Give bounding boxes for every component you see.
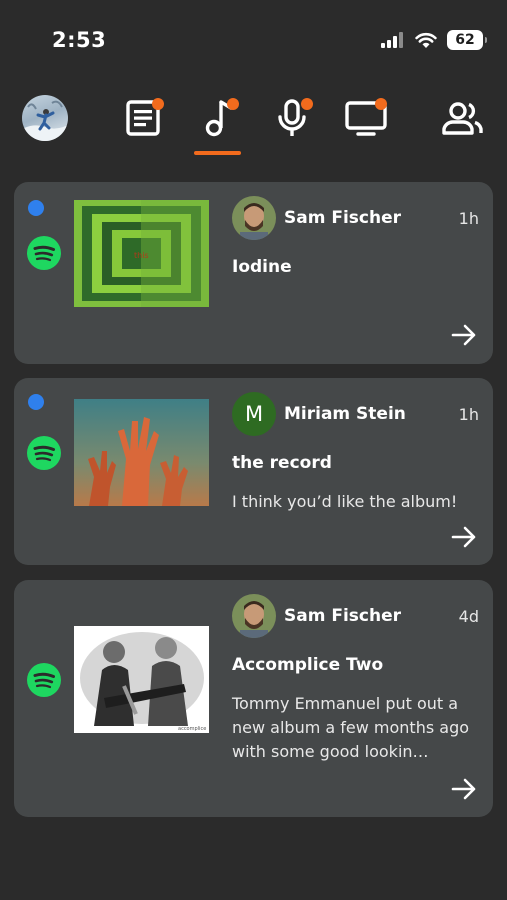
sender-avatar[interactable]: M [232,392,276,436]
active-tab-indicator [194,151,241,155]
profile-avatar[interactable] [22,95,68,141]
svg-text:accomplice: accomplice [178,726,206,732]
time-ago: 1h [458,209,479,228]
sender-photo [232,196,276,240]
top-nav [0,88,507,158]
time-ago: 4d [458,607,479,626]
music-badge [227,98,239,110]
arrow-right-icon[interactable] [451,778,477,800]
battery-indicator: 62 [447,30,487,50]
profile-photo [22,100,68,141]
item-message: Tommy Emmanuel put out a new album a few… [232,694,470,761]
tv-tab[interactable] [344,96,388,140]
item-title: Accomplice Two [232,655,384,675]
feed-card[interactable]: this Sam Fischer 1h Iodine [14,182,493,364]
news-badge [152,98,164,110]
podcast-badge [301,98,313,110]
svg-text:this: this [134,251,149,260]
status-bar: 2:53 62 [0,0,507,80]
status-time: 2:53 [52,28,107,52]
item-title: the record [232,453,332,473]
arrow-right-icon[interactable] [451,324,477,346]
album-art-the-record [74,399,209,506]
signal-icon [381,32,403,48]
arrow-right-icon[interactable] [451,526,477,548]
sender-name: Sam Fischer [284,606,401,626]
people-tab[interactable] [441,96,485,140]
album-art-accomplice-two: accomplice [74,626,209,733]
time-ago: 1h [458,405,479,424]
album-art[interactable] [74,399,209,506]
item-title: Iodine [232,257,292,277]
sender-avatar[interactable] [232,594,276,638]
unread-indicator [28,394,44,410]
people-icon [442,102,483,135]
sender-name: Sam Fischer [284,208,401,228]
status-icons: 62 [381,30,487,50]
sender-name: Miriam Stein [284,404,406,424]
unread-indicator [28,200,44,216]
spotify-icon [27,236,61,270]
album-art-iodine: this [74,200,209,307]
wifi-icon [415,32,437,48]
spotify-icon [27,436,61,470]
sender-avatar[interactable] [232,196,276,240]
album-art[interactable]: this [74,200,209,307]
sender-initial: M [244,402,264,426]
album-art[interactable]: accomplice [74,626,209,733]
feed-card[interactable]: M Miriam Stein 1h the record I think you… [14,378,493,565]
podcast-tab[interactable] [270,96,314,140]
sender-photo [232,594,276,638]
item-message: I think you’d like the album! [232,492,458,511]
spotify-icon [27,663,61,697]
tv-badge [375,98,387,110]
music-tab[interactable] [196,96,240,140]
feed-card[interactable]: accomplice Sam Fischer 4d Accomplice Two… [14,580,493,817]
news-tab[interactable] [121,96,165,140]
